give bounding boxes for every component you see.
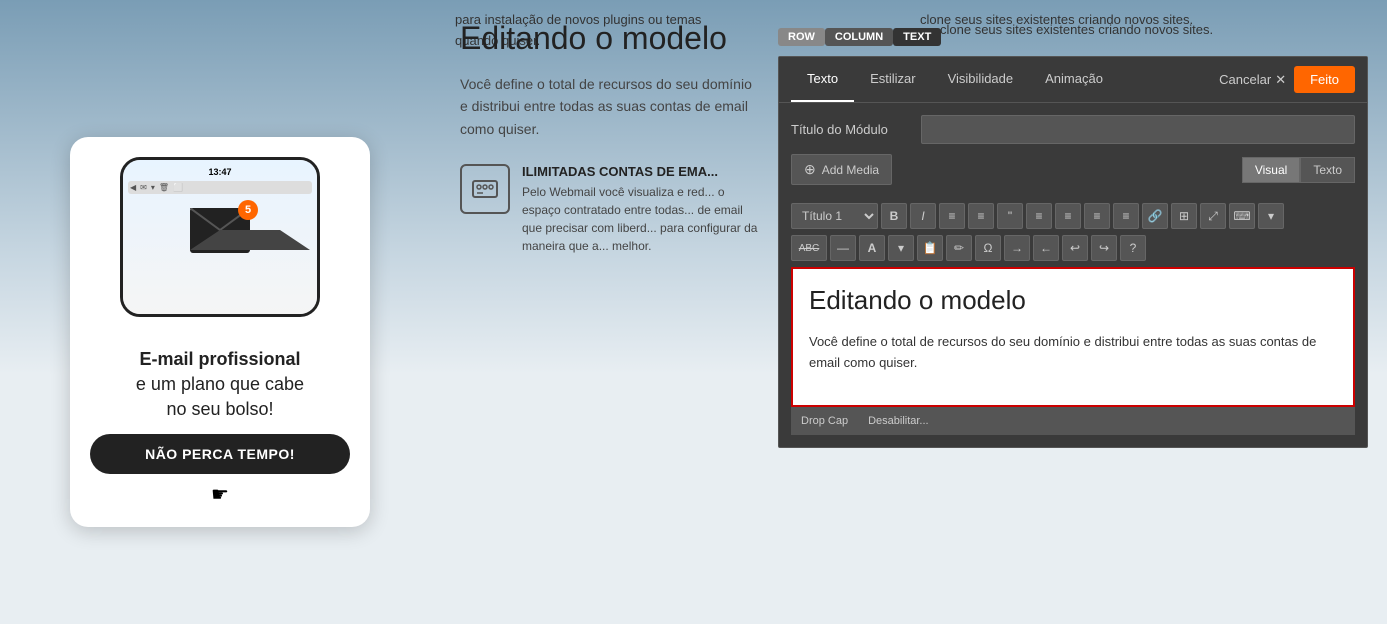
editor-panel: Texto Estilizar Visibilidade Animação Ca… <box>778 56 1368 448</box>
phone-frame: 13:47 ◀✉▾🗑⬜ 5 <box>120 157 320 317</box>
indent-button[interactable]: → <box>1004 235 1030 261</box>
outdent-button[interactable]: ← <box>1033 235 1059 261</box>
blockquote-button[interactable]: " <box>997 203 1023 229</box>
content-editor[interactable]: Editando o modelo Você define o total de… <box>791 267 1355 407</box>
module-title-label: Título do Módulo <box>791 122 911 137</box>
editor-body: Título do Módulo ⊕ Add Media Visual Text… <box>779 103 1367 447</box>
strikethrough-button[interactable]: ABC <box>791 235 827 261</box>
breadcrumb-bar: ROW COLUMN TEXT <box>778 28 941 46</box>
card-title: E-mail profissional e um plano que cabe … <box>90 347 350 423</box>
align-justify-button[interactable]: ≡ <box>1113 203 1139 229</box>
editor-tabs: Texto Estilizar Visibilidade Animação Ca… <box>779 57 1367 103</box>
text-view-button[interactable]: Texto <box>1300 157 1355 183</box>
toolbar-row-1: Título 1 Título 2 Parágrafo B I ≡ ≡ " ≡ … <box>791 203 1355 229</box>
link-button[interactable]: 🔗 <box>1142 203 1168 229</box>
close-icon: ✕ <box>1275 72 1286 88</box>
cancel-button[interactable]: Cancelar ✕ <box>1219 72 1286 88</box>
done-button[interactable]: Feito <box>1294 66 1355 93</box>
breadcrumb-column[interactable]: COLUMN <box>825 28 893 46</box>
content-heading: Editando o modelo <box>809 285 1337 316</box>
feature-icon <box>460 164 510 214</box>
content-body: Você define o total de recursos do seu d… <box>809 332 1337 374</box>
phone-time: 13:47 <box>128 165 312 179</box>
ordered-list-button[interactable]: ≡ <box>968 203 994 229</box>
font-color-button[interactable]: A <box>859 235 885 261</box>
redo-button[interactable]: ↪ <box>1091 235 1117 261</box>
cursor-icon: ☛ <box>90 482 350 507</box>
fullscreen-button[interactable]: ⤢ <box>1200 203 1226 229</box>
keyboard-button[interactable]: ⌨ <box>1229 203 1255 229</box>
paste-button[interactable]: 📋 <box>917 235 943 261</box>
eraser-button[interactable]: ✏ <box>946 235 972 261</box>
view-toggle: Visual Texto <box>1242 157 1355 183</box>
hr-button[interactable]: — <box>830 235 856 261</box>
tab-visibilidade[interactable]: Visibilidade <box>932 57 1030 102</box>
tab-texto[interactable]: Texto <box>791 57 854 102</box>
right-top-text: clone seus sites existentes criando novo… <box>940 20 1367 41</box>
unordered-list-button[interactable]: ≡ <box>939 203 965 229</box>
phone-mockup: 13:47 ◀✉▾🗑⬜ 5 <box>120 157 320 337</box>
notification-badge: 5 <box>238 200 258 220</box>
font-color-arrow[interactable]: ▾ <box>888 235 914 261</box>
bold-button[interactable]: B <box>881 203 907 229</box>
italic-button[interactable]: I <box>910 203 936 229</box>
table-button[interactable]: ⊞ <box>1171 203 1197 229</box>
align-left-button[interactable]: ≡ <box>1026 203 1052 229</box>
phone-nav: ◀✉▾🗑⬜ <box>128 181 312 194</box>
tab-animacao[interactable]: Animação <box>1029 57 1119 102</box>
bottom-bar: Drop Cap Desabilitar... <box>791 407 1355 435</box>
visual-view-button[interactable]: Visual <box>1242 157 1300 183</box>
align-center-button[interactable]: ≡ <box>1055 203 1081 229</box>
drop-cap-label[interactable]: Drop Cap <box>801 415 848 427</box>
cta-button[interactable]: NÃO PERCA TEMPO! <box>90 434 350 474</box>
add-media-button[interactable]: ⊕ Add Media <box>791 154 892 185</box>
feature-item: ILIMITADAS CONTAS DE EMA... Pelo Webmail… <box>460 164 760 255</box>
phone-card: 13:47 ◀✉▾🗑⬜ 5 <box>70 137 370 528</box>
phone-screen: 13:47 ◀✉▾🗑⬜ 5 <box>123 160 317 314</box>
module-title-row: Título do Módulo <box>791 115 1355 144</box>
breadcrumb-text[interactable]: TEXT <box>893 28 941 46</box>
tab-estilizar[interactable]: Estilizar <box>854 57 932 102</box>
feature-text: Pelo Webmail você visualiza e red... o e… <box>522 183 760 255</box>
align-right-button[interactable]: ≡ <box>1084 203 1110 229</box>
omega-button[interactable]: Ω <box>975 235 1001 261</box>
add-media-icon: ⊕ <box>804 161 816 178</box>
heading-select[interactable]: Título 1 Título 2 Parágrafo <box>791 203 878 229</box>
description-text: Você define o total de recursos do seu d… <box>460 73 760 140</box>
disable-label[interactable]: Desabilitar... <box>868 415 929 427</box>
feature-title: ILIMITADAS CONTAS DE EMA... <box>522 164 760 179</box>
main-heading: Editando o modelo <box>460 20 760 57</box>
toolbar-row-2: ABC — A ▾ 📋 ✏ Ω → ← ↩ ↪ ? <box>791 235 1355 261</box>
left-section: 13:47 ◀✉▾🗑⬜ 5 <box>0 0 440 624</box>
breadcrumb-row[interactable]: ROW <box>778 28 825 46</box>
editor-header-actions: Cancelar ✕ Feito <box>1219 66 1355 93</box>
undo-button[interactable]: ↩ <box>1062 235 1088 261</box>
more-button[interactable]: ▾ <box>1258 203 1284 229</box>
email-icon-container: 5 <box>190 208 250 253</box>
module-title-input[interactable] <box>921 115 1355 144</box>
feature-content: ILIMITADAS CONTAS DE EMA... Pelo Webmail… <box>522 164 760 255</box>
middle-section: Editando o modelo Você define o total de… <box>440 0 780 624</box>
help-button[interactable]: ? <box>1120 235 1146 261</box>
